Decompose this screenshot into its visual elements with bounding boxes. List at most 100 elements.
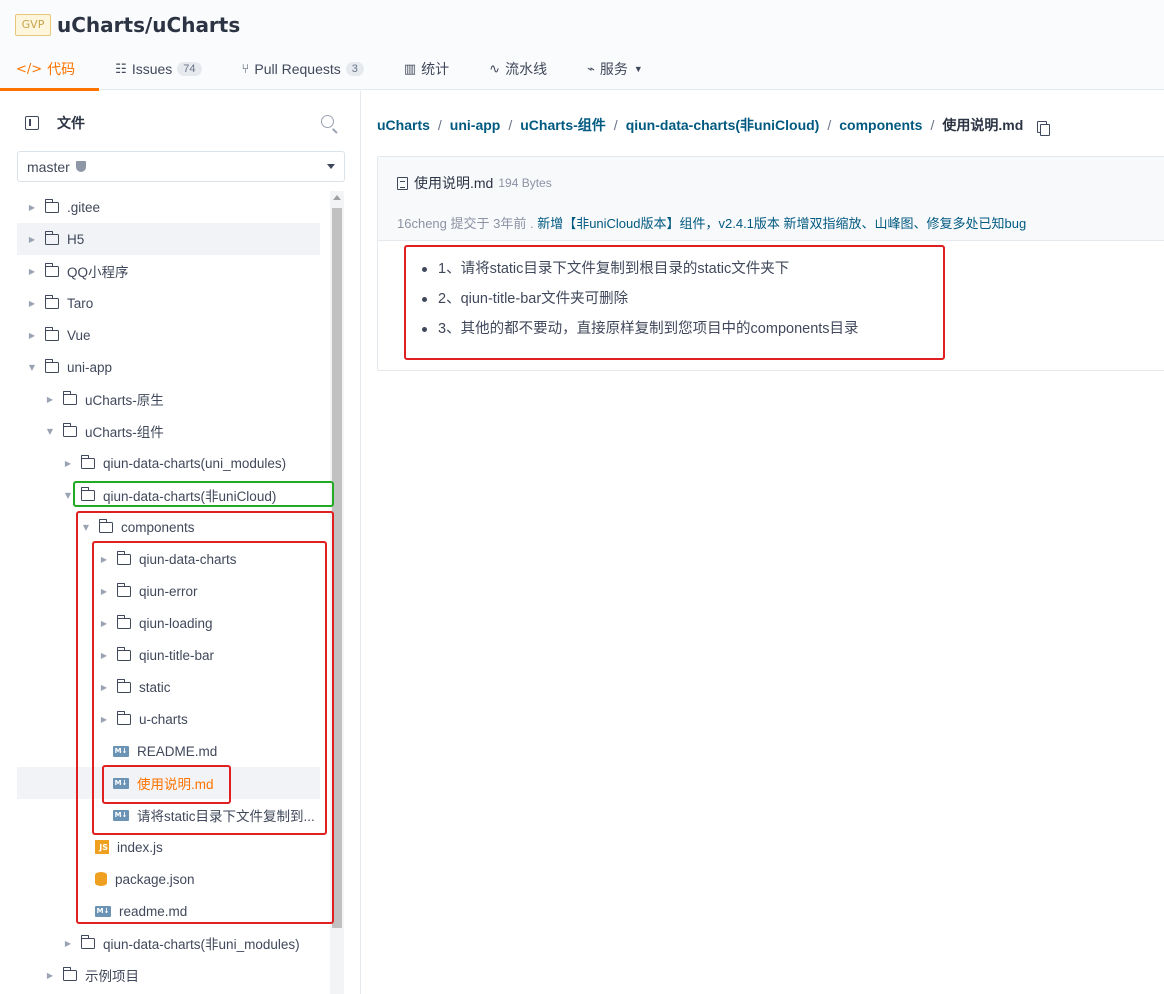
breadcrumb-link[interactable]: uCharts — [377, 117, 430, 133]
tree-item[interactable]: M↓ readme.md — [91, 895, 187, 927]
markdown-icon: M↓ — [113, 745, 129, 757]
issues-count-badge: 74 — [177, 62, 202, 76]
commit-author[interactable]: 16cheng 提交于 3年前 . — [397, 216, 534, 231]
commit-message-link[interactable]: 新增【非uniCloud版本】组件，v2.4.1版本 新增双指缩放、山峰图、修复… — [537, 216, 1026, 231]
breadcrumb: uCharts / uni-app / uCharts-组件 / qiun-da… — [377, 115, 1051, 136]
breadcrumb-separator: / — [613, 117, 618, 133]
scrollbar-thumb[interactable] — [332, 208, 342, 928]
folder-icon — [44, 198, 59, 213]
expand-arrow-icon[interactable]: ▶ — [97, 683, 111, 692]
tree-item[interactable]: JS index.js — [91, 831, 163, 863]
tree-item-label: H5 — [67, 231, 85, 247]
breadcrumb-link[interactable]: components — [839, 117, 922, 133]
tree-item-label: qiun-data-charts(非uni_modules) — [103, 937, 300, 952]
tree-item-label: package.json — [115, 871, 195, 887]
file-tree-sidebar: 文件 master ▶ .gitee ▶ H5 ▶ QQ小程序 ▶ Taro ▶ Vue … — [0, 91, 361, 994]
breadcrumb-link[interactable]: uni-app — [450, 117, 501, 133]
tree-item[interactable]: ▶ Taro — [25, 287, 93, 319]
tree-item[interactable]: ▶ 示例项目 — [43, 959, 139, 991]
expand-arrow-icon[interactable]: ▶ — [25, 235, 39, 244]
tree-item-label: qiun-error — [139, 583, 198, 599]
repo-tabs: </> 代码 ☷ Issues 74 ⑂ Pull Requests 3 ▥ 统… — [0, 48, 683, 91]
markdown-content: 1、请将static目录下文件复制到根目录的static文件夹下 2、qiun-… — [422, 257, 859, 347]
expand-arrow-icon[interactable]: ▶ — [97, 715, 111, 724]
tree-item[interactable]: ▶ static — [97, 671, 171, 703]
copy-icon[interactable] — [1037, 121, 1051, 136]
tree-item[interactable]: ▶ qiun-data-charts(uni_modules) — [61, 447, 286, 479]
collapse-arrow-icon[interactable]: ▼ — [25, 363, 39, 372]
expand-arrow-icon[interactable]: ▶ — [97, 651, 111, 660]
collapse-arrow-icon[interactable]: ▼ — [61, 491, 75, 500]
expand-arrow-icon[interactable]: ▶ — [25, 299, 39, 308]
tree-item[interactable]: ▶ qiun-data-charts(非uni_modules) — [61, 927, 300, 959]
tab-issues[interactable]: ☷ Issues 74 — [115, 48, 202, 90]
breadcrumb-link[interactable]: uCharts-组件 — [520, 115, 606, 135]
tab-pipeline[interactable]: ∿ 流水线 — [489, 48, 547, 90]
tree-item[interactable]: package.json — [91, 863, 195, 895]
folder-icon — [80, 454, 95, 469]
tree-item[interactable]: M↓ README.md — [109, 735, 217, 767]
repo-name-link[interactable]: uCharts/uCharts — [57, 13, 240, 37]
tree-item[interactable]: ▼ uni-app — [25, 351, 112, 383]
expand-arrow-icon[interactable]: ▶ — [97, 619, 111, 628]
tab-label: Pull Requests — [254, 61, 341, 77]
tree-item-selected[interactable]: M↓ 使用说明.md — [17, 767, 320, 799]
tab-code[interactable]: </> 代码 — [0, 48, 100, 91]
tab-label: 统计 — [421, 61, 450, 77]
folder-icon — [44, 326, 59, 341]
expand-arrow-icon[interactable]: ▶ — [25, 267, 39, 276]
search-icon[interactable] — [321, 115, 334, 128]
tree-item[interactable]: ▶ uCharts-原生 — [43, 383, 164, 415]
collapse-arrow-icon[interactable]: ▼ — [43, 427, 57, 436]
tree-item-label: qiun-data-charts — [139, 551, 237, 567]
pr-count-badge: 3 — [345, 62, 364, 76]
expand-arrow-icon[interactable]: ▶ — [43, 971, 57, 980]
tree-item[interactable]: ▶ qiun-title-bar — [97, 639, 214, 671]
expand-arrow-icon[interactable]: ▶ — [61, 459, 75, 468]
expand-arrow-icon[interactable]: ▶ — [97, 555, 111, 564]
database-icon — [95, 872, 107, 886]
tab-label: Issues — [131, 61, 173, 77]
breadcrumb-link[interactable]: qiun-data-charts(非uniCloud) — [626, 115, 820, 135]
tree-item[interactable]: ▶ qiun-loading — [97, 607, 213, 639]
tree-item-label: u-charts — [139, 711, 188, 727]
tree-item-label: static — [139, 679, 171, 695]
tree-item[interactable]: M↓ 请将static目录下文件复制到... — [109, 799, 315, 831]
scroll-up-icon[interactable] — [333, 195, 341, 200]
folder-icon — [44, 230, 59, 245]
tree-item-label: 使用说明.md — [137, 777, 214, 792]
tree-item-label: 请将static目录下文件复制到... — [137, 809, 315, 824]
tree-scrollbar[interactable] — [330, 191, 344, 994]
collapse-arrow-icon[interactable]: ▼ — [79, 523, 93, 532]
tree-item[interactable]: ▼ components — [79, 511, 195, 543]
tab-stats[interactable]: ▥ 统计 — [404, 48, 449, 90]
tree-item[interactable]: ▶ qiun-error — [97, 575, 198, 607]
tree-item[interactable]: ▼ uCharts-组件 — [43, 415, 164, 447]
repo-title: GVP uCharts/uCharts — [15, 13, 240, 37]
expand-arrow-icon[interactable]: ▶ — [61, 939, 75, 948]
tree-item-label: qiun-title-bar — [139, 647, 215, 663]
tree-item[interactable]: ▶ .gitee — [25, 191, 100, 223]
tree-item[interactable]: ▶ qiun-data-charts — [97, 543, 237, 575]
expand-arrow-icon[interactable]: ▶ — [25, 331, 39, 340]
expand-arrow-icon[interactable]: ▶ — [97, 587, 111, 596]
tree-item[interactable]: ▶ u-charts — [97, 703, 188, 735]
tree-item[interactable]: ▶ Vue — [25, 319, 91, 351]
issues-icon: ☷ — [115, 61, 127, 77]
expand-arrow-icon[interactable]: ▶ — [25, 203, 39, 212]
expand-arrow-icon[interactable]: ▶ — [43, 395, 57, 404]
branch-select[interactable]: master — [17, 151, 345, 182]
breadcrumb-separator: / — [437, 117, 442, 133]
file-viewer: 使用说明.md 194 Bytes 16cheng 提交于 3年前 . 新增【非… — [377, 156, 1164, 371]
pipeline-icon: ∿ — [489, 61, 501, 77]
tree-item[interactable]: ▼ qiun-data-charts(非uniCloud) — [61, 479, 276, 511]
breadcrumb-separator: / — [930, 117, 935, 133]
folder-open-icon — [80, 486, 95, 501]
tab-pull-requests[interactable]: ⑂ Pull Requests 3 — [242, 48, 364, 90]
tree-item[interactable]: ▶ QQ小程序 — [25, 255, 129, 287]
markdown-icon: M↓ — [95, 905, 111, 917]
tab-services[interactable]: ⌁ 服务 ▼ — [587, 48, 643, 90]
tree-item[interactable]: ▶ H5 — [17, 223, 320, 255]
collapse-panel-icon[interactable] — [25, 116, 39, 130]
file-name: 使用说明.md — [414, 175, 494, 191]
